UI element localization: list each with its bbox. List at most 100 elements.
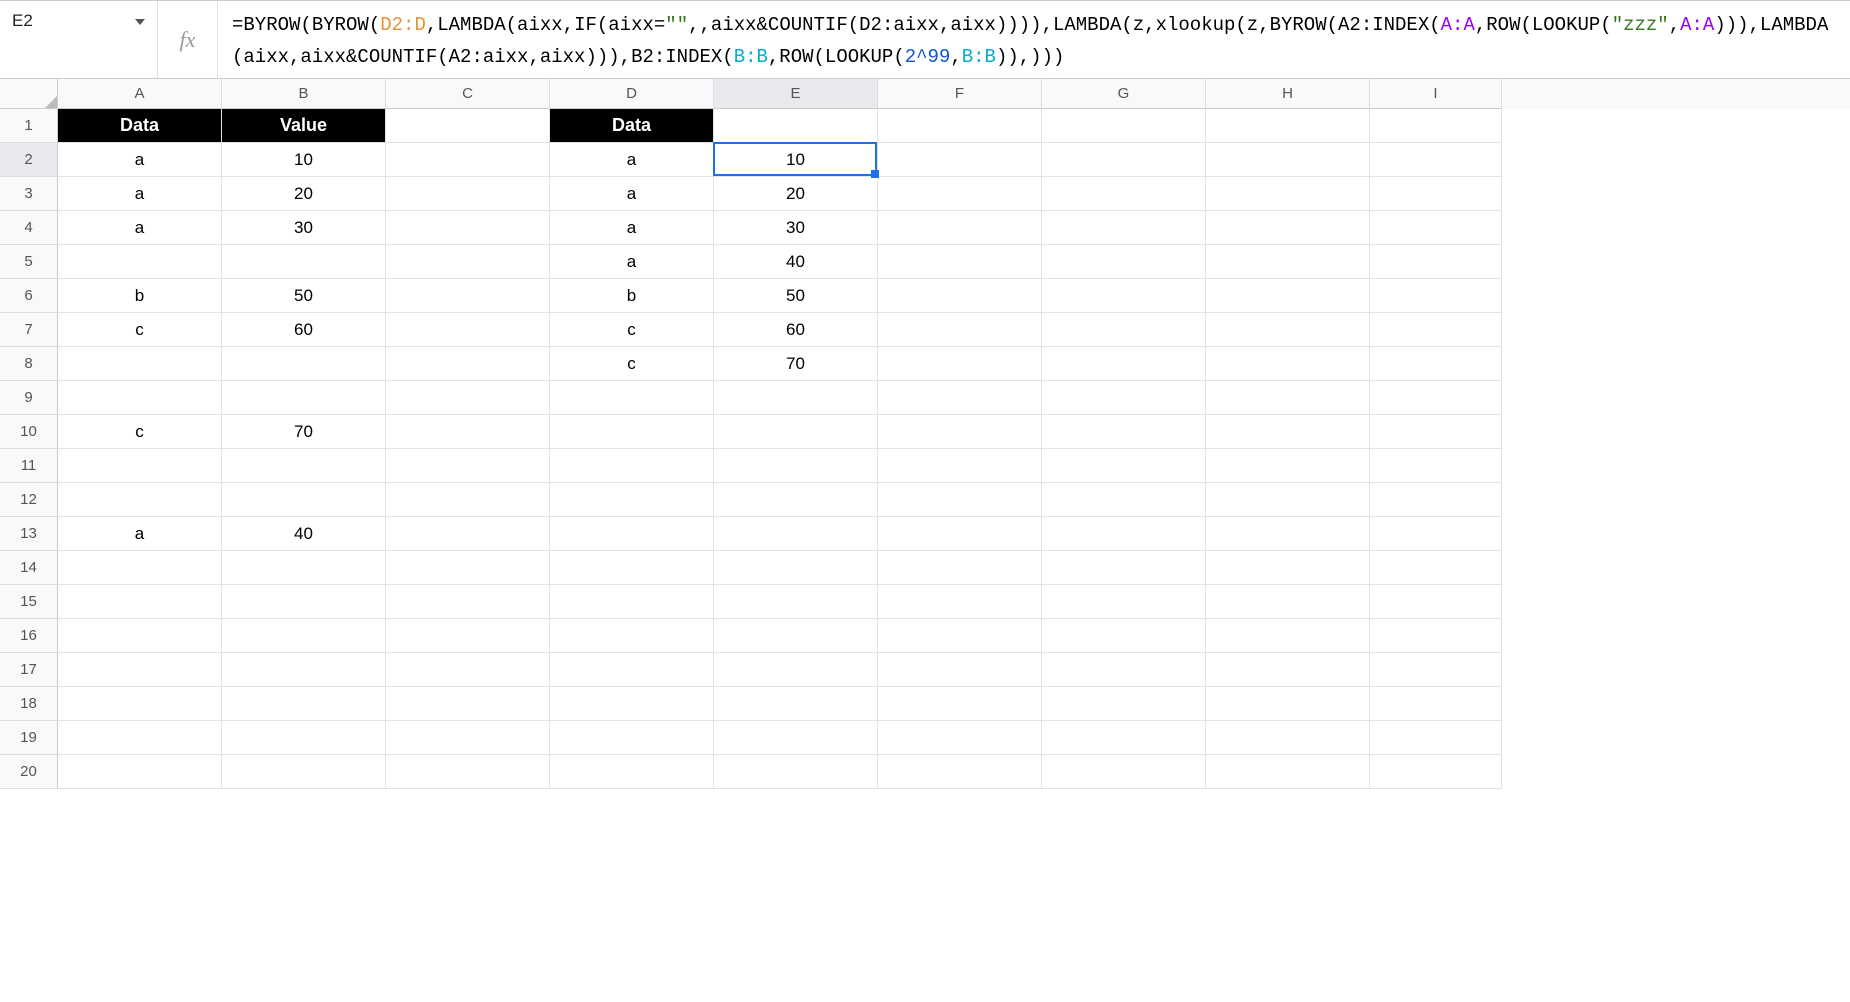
cell-C1[interactable] — [386, 109, 550, 143]
cell-A18[interactable] — [58, 687, 222, 721]
cell-A2[interactable]: a — [58, 143, 222, 177]
cell-F9[interactable] — [878, 381, 1042, 415]
cell-G15[interactable] — [1042, 585, 1206, 619]
cell-D9[interactable] — [550, 381, 714, 415]
column-header-E[interactable]: E — [714, 79, 878, 109]
formula-input[interactable]: =BYROW(BYROW(D2:D,LAMBDA(aixx,IF(aixx=""… — [218, 1, 1850, 78]
cell-C7[interactable] — [386, 313, 550, 347]
cell-D16[interactable] — [550, 619, 714, 653]
column-header-D[interactable]: D — [550, 79, 714, 109]
cell-A5[interactable] — [58, 245, 222, 279]
row-header-7[interactable]: 7 — [0, 313, 58, 347]
cell-C11[interactable] — [386, 449, 550, 483]
cell-G16[interactable] — [1042, 619, 1206, 653]
cell-F11[interactable] — [878, 449, 1042, 483]
cell-A8[interactable] — [58, 347, 222, 381]
cell-I20[interactable] — [1370, 755, 1502, 789]
cell-H5[interactable] — [1206, 245, 1370, 279]
cell-H6[interactable] — [1206, 279, 1370, 313]
cell-G4[interactable] — [1042, 211, 1206, 245]
cell-C4[interactable] — [386, 211, 550, 245]
cell-G17[interactable] — [1042, 653, 1206, 687]
cell-H1[interactable] — [1206, 109, 1370, 143]
row-header-16[interactable]: 16 — [0, 619, 58, 653]
cell-B7[interactable]: 60 — [222, 313, 386, 347]
cell-F17[interactable] — [878, 653, 1042, 687]
cell-B17[interactable] — [222, 653, 386, 687]
cell-H8[interactable] — [1206, 347, 1370, 381]
cell-I11[interactable] — [1370, 449, 1502, 483]
cell-E5[interactable]: 40 — [714, 245, 878, 279]
cell-G18[interactable] — [1042, 687, 1206, 721]
cell-I10[interactable] — [1370, 415, 1502, 449]
row-header-11[interactable]: 11 — [0, 449, 58, 483]
cell-F1[interactable] — [878, 109, 1042, 143]
cell-G10[interactable] — [1042, 415, 1206, 449]
cell-E12[interactable] — [714, 483, 878, 517]
cell-B5[interactable] — [222, 245, 386, 279]
cell-I17[interactable] — [1370, 653, 1502, 687]
cell-I6[interactable] — [1370, 279, 1502, 313]
cell-A10[interactable]: c — [58, 415, 222, 449]
cell-D20[interactable] — [550, 755, 714, 789]
cell-C20[interactable] — [386, 755, 550, 789]
cell-I16[interactable] — [1370, 619, 1502, 653]
cell-H11[interactable] — [1206, 449, 1370, 483]
chevron-down-icon[interactable] — [135, 19, 145, 25]
cell-H7[interactable] — [1206, 313, 1370, 347]
cell-G3[interactable] — [1042, 177, 1206, 211]
row-header-13[interactable]: 13 — [0, 517, 58, 551]
cell-F8[interactable] — [878, 347, 1042, 381]
cell-D13[interactable] — [550, 517, 714, 551]
cell-I18[interactable] — [1370, 687, 1502, 721]
cell-B4[interactable]: 30 — [222, 211, 386, 245]
cell-A19[interactable] — [58, 721, 222, 755]
cell-D12[interactable] — [550, 483, 714, 517]
cell-D8[interactable]: c — [550, 347, 714, 381]
cell-E11[interactable] — [714, 449, 878, 483]
cell-F16[interactable] — [878, 619, 1042, 653]
cell-D4[interactable]: a — [550, 211, 714, 245]
cell-H9[interactable] — [1206, 381, 1370, 415]
cell-C8[interactable] — [386, 347, 550, 381]
cell-H14[interactable] — [1206, 551, 1370, 585]
cell-A7[interactable]: c — [58, 313, 222, 347]
cell-I2[interactable] — [1370, 143, 1502, 177]
column-header-F[interactable]: F — [878, 79, 1042, 109]
cell-G7[interactable] — [1042, 313, 1206, 347]
cell-A13[interactable]: a — [58, 517, 222, 551]
cell-D17[interactable] — [550, 653, 714, 687]
cell-I14[interactable] — [1370, 551, 1502, 585]
cell-C12[interactable] — [386, 483, 550, 517]
cell-A15[interactable] — [58, 585, 222, 619]
row-header-15[interactable]: 15 — [0, 585, 58, 619]
cell-B1[interactable]: Value — [222, 109, 386, 143]
cell-F19[interactable] — [878, 721, 1042, 755]
cell-F20[interactable] — [878, 755, 1042, 789]
cell-F18[interactable] — [878, 687, 1042, 721]
row-header-17[interactable]: 17 — [0, 653, 58, 687]
cell-I1[interactable] — [1370, 109, 1502, 143]
row-header-14[interactable]: 14 — [0, 551, 58, 585]
cell-E7[interactable]: 60 — [714, 313, 878, 347]
cell-F2[interactable] — [878, 143, 1042, 177]
cell-A3[interactable]: a — [58, 177, 222, 211]
cell-G8[interactable] — [1042, 347, 1206, 381]
cell-C14[interactable] — [386, 551, 550, 585]
cell-A14[interactable] — [58, 551, 222, 585]
cell-B15[interactable] — [222, 585, 386, 619]
cell-E8[interactable]: 70 — [714, 347, 878, 381]
row-header-18[interactable]: 18 — [0, 687, 58, 721]
cell-E13[interactable] — [714, 517, 878, 551]
cell-A11[interactable] — [58, 449, 222, 483]
cell-A9[interactable] — [58, 381, 222, 415]
row-header-12[interactable]: 12 — [0, 483, 58, 517]
cell-F6[interactable] — [878, 279, 1042, 313]
row-header-6[interactable]: 6 — [0, 279, 58, 313]
cell-D5[interactable]: a — [550, 245, 714, 279]
column-header-H[interactable]: H — [1206, 79, 1370, 109]
cell-B12[interactable] — [222, 483, 386, 517]
cell-G11[interactable] — [1042, 449, 1206, 483]
cell-E6[interactable]: 50 — [714, 279, 878, 313]
cell-H12[interactable] — [1206, 483, 1370, 517]
